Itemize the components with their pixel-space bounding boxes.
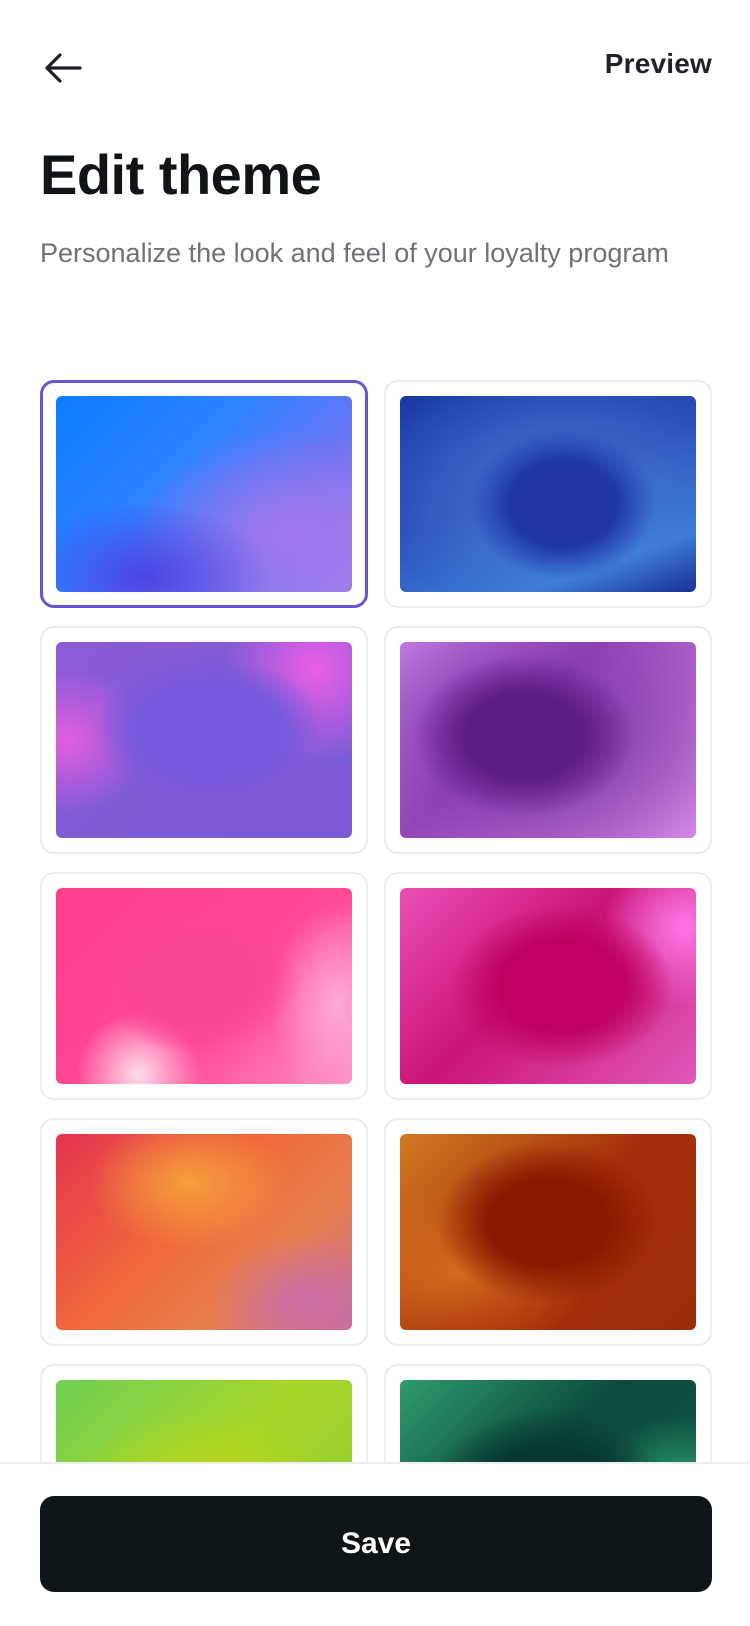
theme-option-5[interactable]: [40, 872, 368, 1100]
theme-option-3[interactable]: [40, 626, 368, 854]
theme-swatch: [56, 888, 352, 1084]
theme-swatch: [56, 1134, 352, 1330]
arrow-left-icon: [45, 53, 82, 83]
theme-swatch: [56, 642, 352, 838]
page-title: Edit theme: [40, 143, 322, 206]
preview-button[interactable]: Preview: [605, 48, 712, 80]
theme-swatch: [400, 1134, 696, 1330]
theme-option-7[interactable]: [40, 1118, 368, 1346]
back-button[interactable]: [40, 44, 88, 92]
theme-option-6[interactable]: [384, 872, 712, 1100]
theme-swatch: [400, 642, 696, 838]
theme-swatch: [400, 396, 696, 592]
theme-grid: [40, 380, 712, 1592]
save-button[interactable]: Save: [40, 1496, 712, 1592]
theme-swatch: [56, 396, 352, 592]
theme-option-4[interactable]: [384, 626, 712, 854]
bottom-action-bar: Save: [0, 1462, 750, 1626]
theme-option-8[interactable]: [384, 1118, 712, 1346]
top-bar: Preview: [0, 0, 750, 130]
theme-option-1[interactable]: [40, 380, 368, 608]
theme-swatch: [400, 888, 696, 1084]
page-subtitle: Personalize the look and feel of your lo…: [40, 238, 669, 268]
theme-option-2[interactable]: [384, 380, 712, 608]
